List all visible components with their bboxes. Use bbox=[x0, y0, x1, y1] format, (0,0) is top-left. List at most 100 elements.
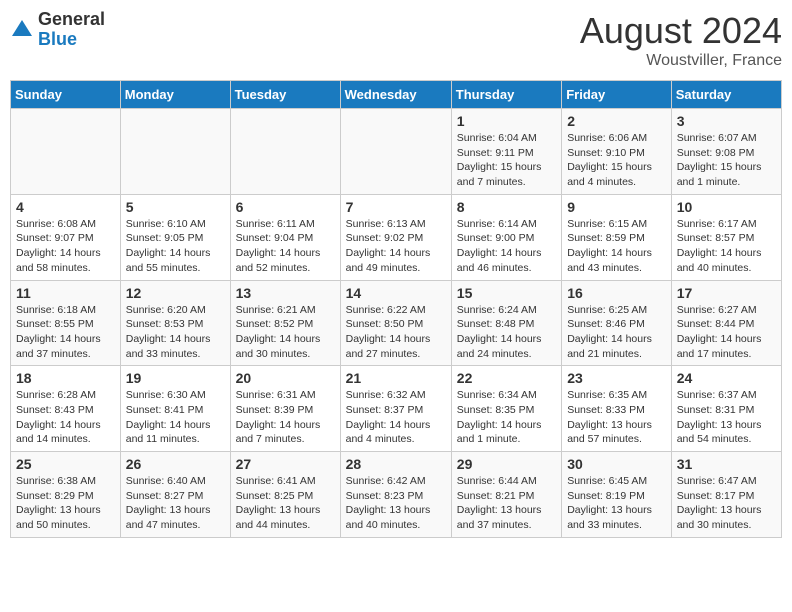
day-number: 3 bbox=[677, 113, 776, 129]
calendar-cell: 5 Sunrise: 6:10 AM Sunset: 9:05 PM Daylig… bbox=[120, 194, 230, 280]
header-day-wednesday: Wednesday bbox=[340, 81, 451, 109]
day-number: 30 bbox=[567, 456, 666, 472]
day-info: Sunrise: 6:37 AM Sunset: 8:31 PM Dayligh… bbox=[677, 388, 776, 447]
day-info: Sunrise: 6:13 AM Sunset: 9:02 PM Dayligh… bbox=[346, 217, 446, 276]
day-info: Sunrise: 6:32 AM Sunset: 8:37 PM Dayligh… bbox=[346, 388, 446, 447]
day-info: Sunrise: 6:25 AM Sunset: 8:46 PM Dayligh… bbox=[567, 303, 666, 362]
calendar-cell: 9Sunrise: 6:15 AM Sunset: 8:59 PM Daylig… bbox=[562, 194, 672, 280]
day-info: Sunrise: 6:06 AM Sunset: 9:10 PM Dayligh… bbox=[567, 131, 666, 190]
header-day-sunday: Sunday bbox=[11, 81, 121, 109]
week-row-1: 1Sunrise: 6:04 AM Sunset: 9:11 PM Daylig… bbox=[11, 109, 782, 195]
calendar-cell: 26 Sunrise: 6:40 AM Sunset: 8:27 PM Dayli… bbox=[120, 452, 230, 538]
calendar-cell: 23 Sunrise: 6:35 AM Sunset: 8:33 PM Dayli… bbox=[562, 366, 672, 452]
day-info: Sunrise: 6:30 AM Sunset: 8:41 PM Dayligh… bbox=[126, 388, 225, 447]
calendar-cell: 25 Sunrise: 6:38 AM Sunset: 8:29 PM Dayli… bbox=[11, 452, 121, 538]
calendar-cell: 20 Sunrise: 6:31 AM Sunset: 8:39 PM Dayli… bbox=[230, 366, 340, 452]
day-number: 24 bbox=[677, 370, 776, 386]
day-info: Sunrise: 6:21 AM Sunset: 8:52 PM Dayligh… bbox=[236, 303, 335, 362]
day-info: Sunrise: 6:42 AM Sunset: 8:23 PM Dayligh… bbox=[346, 474, 446, 533]
day-info: Sunrise: 6:45 AM Sunset: 8:19 PM Dayligh… bbox=[567, 474, 666, 533]
logo-general-text: General bbox=[38, 10, 105, 30]
calendar-cell: 19 Sunrise: 6:30 AM Sunset: 8:41 PM Dayli… bbox=[120, 366, 230, 452]
calendar-cell: 18Sunrise: 6:28 AM Sunset: 8:43 PM Dayli… bbox=[11, 366, 121, 452]
day-number: 27 bbox=[236, 456, 335, 472]
day-info: Sunrise: 6:07 AM Sunset: 9:08 PM Dayligh… bbox=[677, 131, 776, 190]
calendar-cell: 21Sunrise: 6:32 AM Sunset: 8:37 PM Dayli… bbox=[340, 366, 451, 452]
day-info: Sunrise: 6:38 AM Sunset: 8:29 PM Dayligh… bbox=[16, 474, 115, 533]
day-number: 2 bbox=[567, 113, 666, 129]
day-number: 8 bbox=[457, 199, 556, 215]
day-info: Sunrise: 6:47 AM Sunset: 8:17 PM Dayligh… bbox=[677, 474, 776, 533]
day-info: Sunrise: 6:27 AM Sunset: 8:44 PM Dayligh… bbox=[677, 303, 776, 362]
day-number: 22 bbox=[457, 370, 556, 386]
calendar-cell: 13 Sunrise: 6:21 AM Sunset: 8:52 PM Dayli… bbox=[230, 280, 340, 366]
header-day-monday: Monday bbox=[120, 81, 230, 109]
header-day-saturday: Saturday bbox=[671, 81, 781, 109]
day-number: 28 bbox=[346, 456, 446, 472]
header-day-thursday: Thursday bbox=[451, 81, 561, 109]
day-info: Sunrise: 6:08 AM Sunset: 9:07 PM Dayligh… bbox=[16, 217, 115, 276]
logo-text: General Blue bbox=[38, 10, 105, 50]
calendar-body: 1Sunrise: 6:04 AM Sunset: 9:11 PM Daylig… bbox=[11, 109, 782, 538]
calendar-header: SundayMondayTuesdayWednesdayThursdayFrid… bbox=[11, 81, 782, 109]
day-info: Sunrise: 6:35 AM Sunset: 8:33 PM Dayligh… bbox=[567, 388, 666, 447]
day-info: Sunrise: 6:40 AM Sunset: 8:27 PM Dayligh… bbox=[126, 474, 225, 533]
day-info: Sunrise: 6:24 AM Sunset: 8:48 PM Dayligh… bbox=[457, 303, 556, 362]
day-number: 7 bbox=[346, 199, 446, 215]
calendar-cell: 8 Sunrise: 6:14 AM Sunset: 9:00 PM Daylig… bbox=[451, 194, 561, 280]
day-number: 31 bbox=[677, 456, 776, 472]
day-info: Sunrise: 6:22 AM Sunset: 8:50 PM Dayligh… bbox=[346, 303, 446, 362]
calendar-cell: 4 Sunrise: 6:08 AM Sunset: 9:07 PM Daylig… bbox=[11, 194, 121, 280]
day-number: 11 bbox=[16, 285, 115, 301]
day-number: 29 bbox=[457, 456, 556, 472]
header-row: SundayMondayTuesdayWednesdayThursdayFrid… bbox=[11, 81, 782, 109]
day-info: Sunrise: 6:31 AM Sunset: 8:39 PM Dayligh… bbox=[236, 388, 335, 447]
month-year-title: August 2024 bbox=[580, 10, 782, 52]
day-number: 17 bbox=[677, 285, 776, 301]
day-number: 16 bbox=[567, 285, 666, 301]
calendar-cell: 15 Sunrise: 6:24 AM Sunset: 8:48 PM Dayli… bbox=[451, 280, 561, 366]
day-number: 6 bbox=[236, 199, 335, 215]
calendar-cell: 11 Sunrise: 6:18 AM Sunset: 8:55 PM Dayli… bbox=[11, 280, 121, 366]
logo-icon bbox=[10, 18, 34, 42]
day-number: 20 bbox=[236, 370, 335, 386]
calendar-cell: 7 Sunrise: 6:13 AM Sunset: 9:02 PM Daylig… bbox=[340, 194, 451, 280]
day-info: Sunrise: 6:10 AM Sunset: 9:05 PM Dayligh… bbox=[126, 217, 225, 276]
calendar-cell: 6Sunrise: 6:11 AM Sunset: 9:04 PM Daylig… bbox=[230, 194, 340, 280]
calendar-cell: 31 Sunrise: 6:47 AM Sunset: 8:17 PM Dayli… bbox=[671, 452, 781, 538]
day-info: Sunrise: 6:18 AM Sunset: 8:55 PM Dayligh… bbox=[16, 303, 115, 362]
calendar-cell: 14Sunrise: 6:22 AM Sunset: 8:50 PM Dayli… bbox=[340, 280, 451, 366]
calendar-cell: 22Sunrise: 6:34 AM Sunset: 8:35 PM Dayli… bbox=[451, 366, 561, 452]
header-day-tuesday: Tuesday bbox=[230, 81, 340, 109]
day-number: 26 bbox=[126, 456, 225, 472]
calendar-cell: 30 Sunrise: 6:45 AM Sunset: 8:19 PM Dayli… bbox=[562, 452, 672, 538]
calendar-cell: 17 Sunrise: 6:27 AM Sunset: 8:44 PM Dayli… bbox=[671, 280, 781, 366]
day-number: 13 bbox=[236, 285, 335, 301]
day-number: 19 bbox=[126, 370, 225, 386]
title-area: August 2024 Woustviller, France bbox=[580, 10, 782, 70]
logo: General Blue bbox=[10, 10, 105, 50]
day-info: Sunrise: 6:28 AM Sunset: 8:43 PM Dayligh… bbox=[16, 388, 115, 447]
day-number: 25 bbox=[16, 456, 115, 472]
page-header: General Blue August 2024 Woustviller, Fr… bbox=[10, 10, 782, 70]
calendar-cell: 24 Sunrise: 6:37 AM Sunset: 8:31 PM Dayli… bbox=[671, 366, 781, 452]
week-row-4: 18Sunrise: 6:28 AM Sunset: 8:43 PM Dayli… bbox=[11, 366, 782, 452]
calendar-cell bbox=[120, 109, 230, 195]
calendar-cell: 27 Sunrise: 6:41 AM Sunset: 8:25 PM Dayli… bbox=[230, 452, 340, 538]
calendar-cell: 2 Sunrise: 6:06 AM Sunset: 9:10 PM Daylig… bbox=[562, 109, 672, 195]
week-row-3: 11 Sunrise: 6:18 AM Sunset: 8:55 PM Dayli… bbox=[11, 280, 782, 366]
day-info: Sunrise: 6:41 AM Sunset: 8:25 PM Dayligh… bbox=[236, 474, 335, 533]
day-info: Sunrise: 6:17 AM Sunset: 8:57 PM Dayligh… bbox=[677, 217, 776, 276]
day-info: Sunrise: 6:14 AM Sunset: 9:00 PM Dayligh… bbox=[457, 217, 556, 276]
day-number: 4 bbox=[16, 199, 115, 215]
calendar-cell: 3 Sunrise: 6:07 AM Sunset: 9:08 PM Daylig… bbox=[671, 109, 781, 195]
day-number: 15 bbox=[457, 285, 556, 301]
day-number: 5 bbox=[126, 199, 225, 215]
day-number: 23 bbox=[567, 370, 666, 386]
calendar-cell bbox=[11, 109, 121, 195]
location-subtitle: Woustviller, France bbox=[580, 52, 782, 70]
header-day-friday: Friday bbox=[562, 81, 672, 109]
day-number: 9 bbox=[567, 199, 666, 215]
day-number: 1 bbox=[457, 113, 556, 129]
calendar-cell bbox=[230, 109, 340, 195]
